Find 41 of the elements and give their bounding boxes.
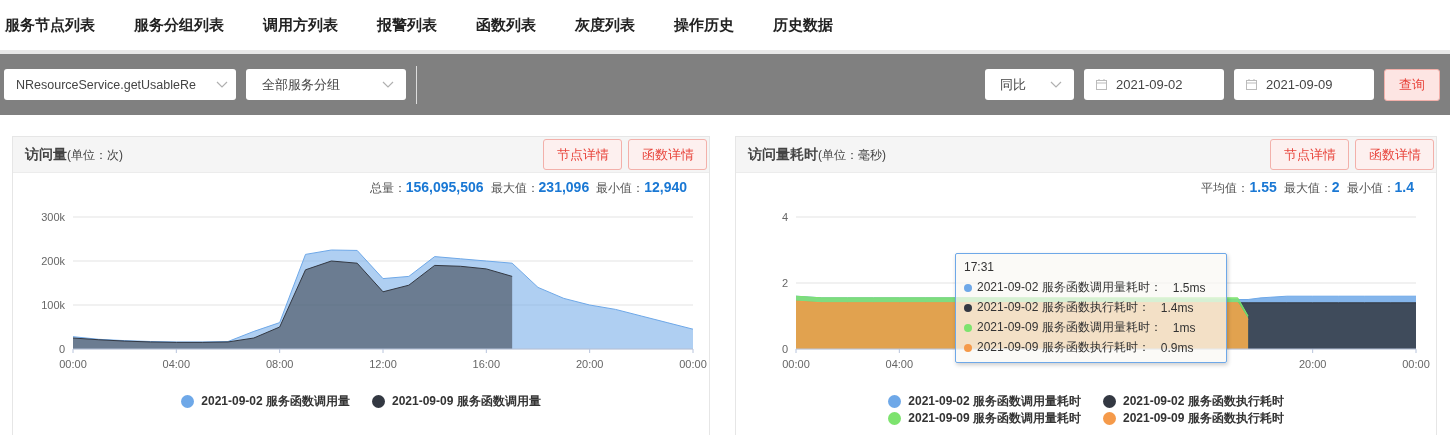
tooltip-value: 0.9ms bbox=[1160, 340, 1194, 355]
stat-value: 1.4 bbox=[1394, 179, 1414, 195]
tooltip-value: 1.5ms bbox=[1172, 280, 1206, 295]
x-tick-label: 20:00 bbox=[575, 358, 604, 370]
x-tick-label: 04:00 bbox=[162, 358, 191, 370]
y-tick-label: 2 bbox=[781, 277, 788, 289]
x-tick-label: 16:00 bbox=[472, 358, 501, 370]
stat-label: 最大值： bbox=[1283, 180, 1332, 197]
stat-value: 1.55 bbox=[1249, 179, 1277, 195]
tooltip-value: 1.4ms bbox=[1160, 300, 1194, 315]
x-tick-label: 00:00 bbox=[679, 358, 707, 370]
tooltip-time: 17:31 bbox=[964, 260, 996, 274]
tooltip-label: 2021-09-02 服务函数执行耗时： bbox=[977, 299, 1150, 316]
y-tick-label: 0 bbox=[58, 343, 65, 355]
y-tick-label: 0 bbox=[781, 343, 788, 355]
stat-label: 总量： bbox=[369, 180, 406, 197]
stat-value: 2 bbox=[1331, 179, 1340, 195]
stat-label: 最小值： bbox=[596, 180, 645, 197]
tooltip-label: 2021-09-02 服务函数调用量耗时： bbox=[977, 279, 1162, 296]
tooltip-label: 2021-09-09 服务函数执行耗时： bbox=[977, 339, 1150, 356]
x-tick-label: 04:00 bbox=[885, 358, 914, 370]
tooltip-label: 2021-09-09 服务函数调用量耗时： bbox=[977, 319, 1162, 336]
stat-label: 最大值： bbox=[490, 180, 539, 197]
y-tick-label: 200k bbox=[41, 255, 65, 267]
tooltip-value: 1ms bbox=[1172, 320, 1196, 335]
stat-value: 231,096 bbox=[538, 179, 590, 195]
y-tick-label: 100k bbox=[41, 299, 65, 311]
y-tick-label: 300k bbox=[41, 211, 65, 223]
stat-label: 最小值： bbox=[1346, 180, 1395, 197]
y-tick-label: 4 bbox=[781, 211, 788, 223]
stat-value: 12,940 bbox=[644, 179, 687, 195]
panel-title: 访问量(单位：次) bbox=[25, 145, 123, 164]
x-tick-label: 00:00 bbox=[1402, 358, 1430, 370]
stat-label: 平均值： bbox=[1201, 180, 1250, 197]
panel-title: 访问量耗时(单位：毫秒) bbox=[748, 145, 886, 164]
x-tick-label: 08:00 bbox=[265, 358, 294, 370]
x-tick-label: 12:00 bbox=[369, 358, 397, 370]
stat-value: 156,095,506 bbox=[405, 179, 484, 195]
x-tick-label: 00:00 bbox=[59, 358, 87, 370]
x-tick-label: 20:00 bbox=[1298, 358, 1327, 370]
x-tick-label: 00:00 bbox=[782, 358, 810, 370]
